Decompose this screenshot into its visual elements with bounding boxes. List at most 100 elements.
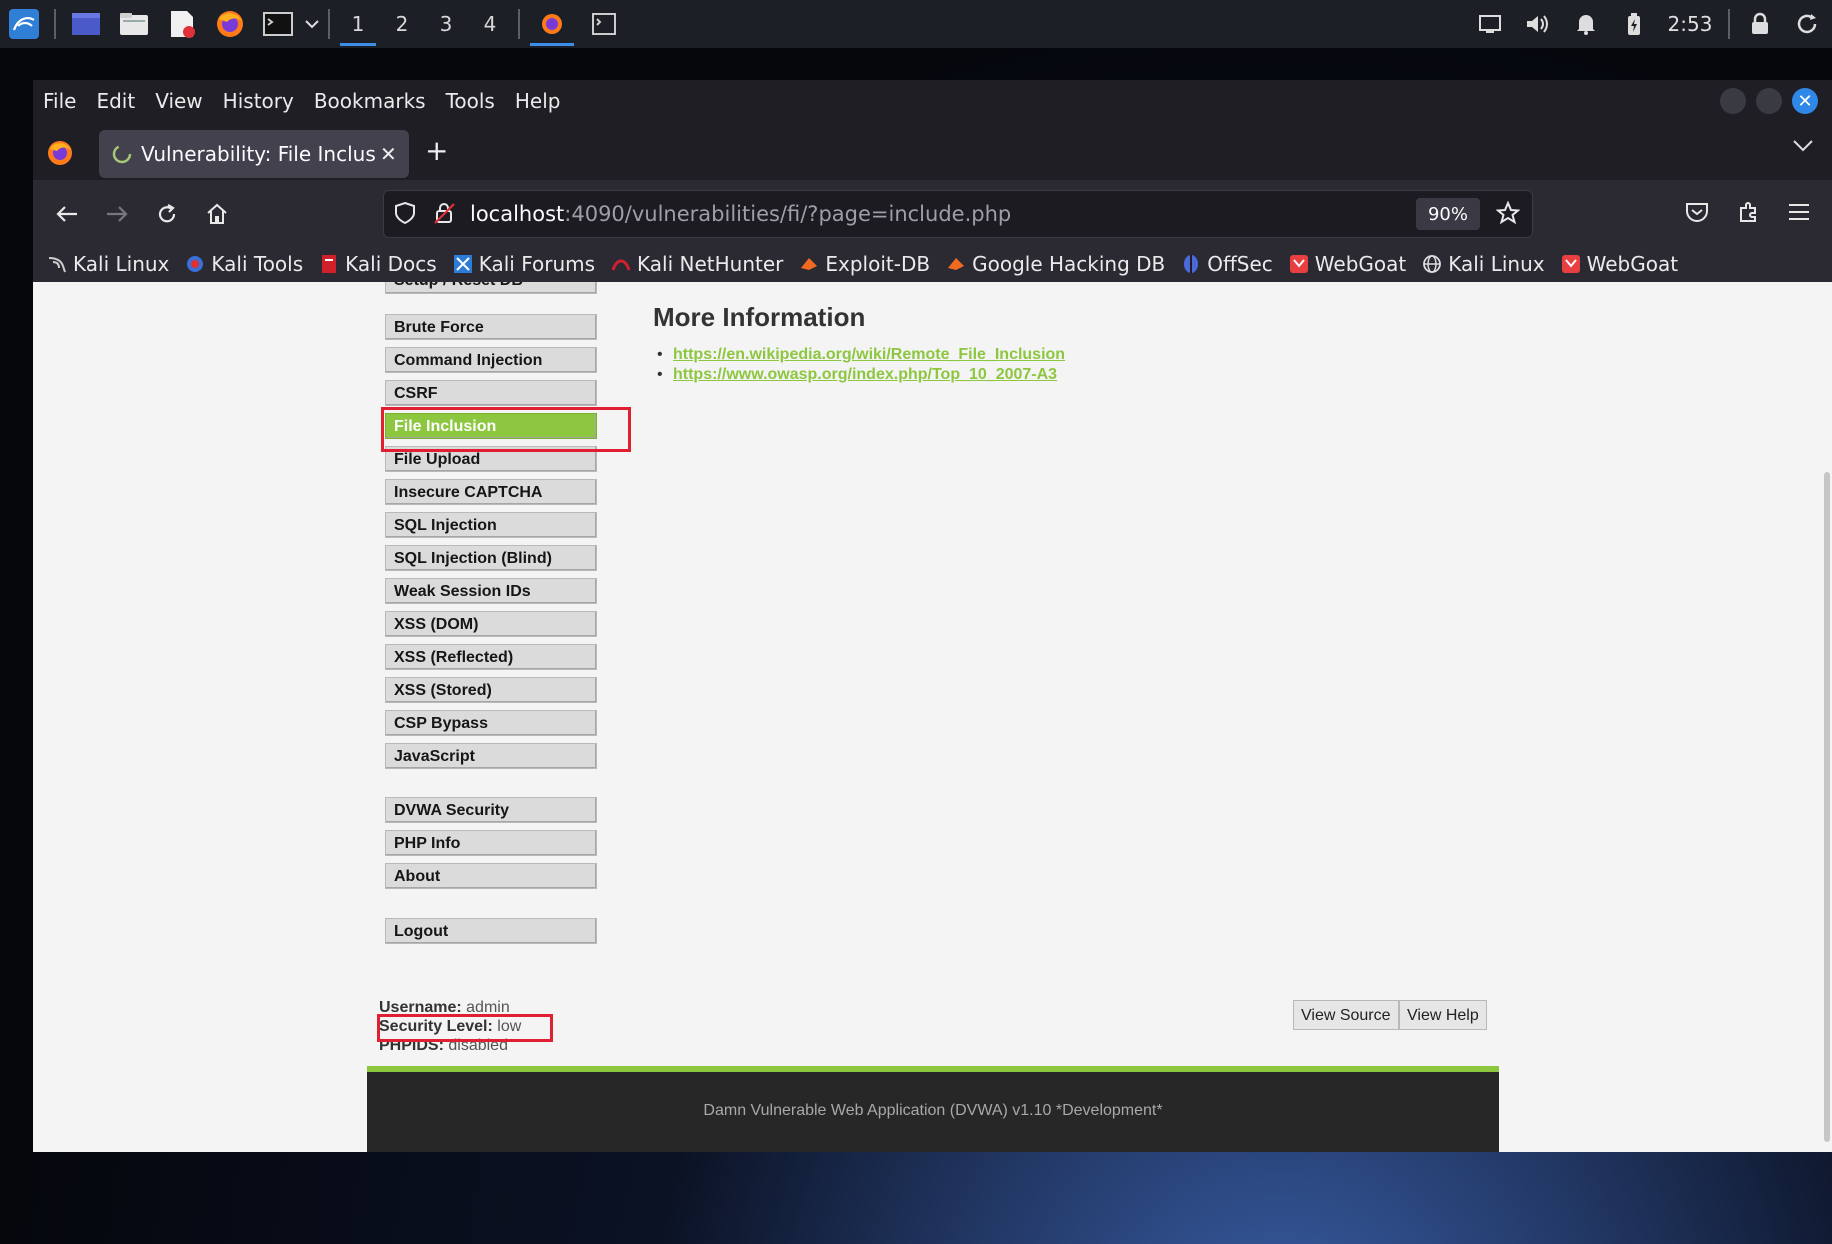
system-tray: 2:53: [1466, 0, 1832, 48]
volume-icon[interactable]: [1514, 0, 1562, 48]
workspace-3[interactable]: 3: [424, 0, 468, 48]
annotation-box-file-inclusion: [381, 407, 631, 452]
menu-file[interactable]: File: [43, 85, 86, 117]
menu-history[interactable]: History: [223, 85, 304, 117]
menu-help[interactable]: Help: [515, 85, 571, 117]
menu-xss-dom[interactable]: XSS (DOM): [385, 611, 597, 637]
menu-csrf[interactable]: CSRF: [385, 380, 597, 406]
menu-php-info[interactable]: PHP Info: [385, 830, 597, 856]
view-source-button[interactable]: View Source: [1293, 1000, 1399, 1030]
zoom-level-button[interactable]: 90%: [1415, 198, 1480, 230]
view-help-button[interactable]: View Help: [1399, 1000, 1487, 1030]
menu-insecure-captcha[interactable]: Insecure CAPTCHA: [385, 479, 597, 505]
bookmark-kali-docs[interactable]: Kali Docs: [319, 252, 437, 276]
taskbar-terminal-icon[interactable]: [578, 0, 630, 48]
menu-xss-reflected[interactable]: XSS (Reflected): [385, 644, 597, 670]
menu-edit[interactable]: Edit: [96, 85, 145, 117]
bookmark-label: WebGoat: [1586, 252, 1679, 276]
dvwa-container: Setup / Reset DB Brute Force Command Inj…: [367, 282, 1499, 1152]
menu-weak-session-ids[interactable]: Weak Session IDs: [385, 578, 597, 604]
hamburger-menu-icon[interactable]: [1779, 192, 1819, 232]
reload-icon[interactable]: [147, 194, 187, 234]
maximize-button[interactable]: [1756, 88, 1782, 114]
menu-csp-bypass[interactable]: CSP Bypass: [385, 710, 597, 736]
workspace-2[interactable]: 2: [380, 0, 424, 48]
menu-about[interactable]: About: [385, 863, 597, 889]
menu-command-injection[interactable]: Command Injection: [385, 347, 597, 373]
menu-bookmarks[interactable]: Bookmarks: [314, 85, 436, 117]
minimize-button[interactable]: [1720, 88, 1746, 114]
pocket-icon[interactable]: [1677, 192, 1717, 232]
firefox-view-icon[interactable]: [45, 138, 77, 170]
display-icon[interactable]: [1466, 0, 1514, 48]
bookmark-webgoat[interactable]: WebGoat: [1289, 252, 1406, 276]
firefox-launcher-icon[interactable]: [206, 0, 254, 48]
workspace-4[interactable]: 4: [468, 0, 512, 48]
menu-view[interactable]: View: [155, 85, 212, 117]
close-window-button[interactable]: ✕: [1792, 88, 1818, 114]
footer-text: Damn Vulnerable Web Application (DVWA) v…: [703, 1102, 1163, 1119]
tab-file-inclusion[interactable]: Vulnerability: File Inclusio ✕: [99, 130, 409, 178]
more-information-heading: More Information: [653, 302, 866, 332]
back-icon[interactable]: [47, 194, 87, 234]
url-text[interactable]: localhost:4090/vulnerabilities/fi/?page=…: [470, 202, 1011, 226]
bookmark-kali-linux-2[interactable]: Kali Linux: [1422, 252, 1545, 276]
panel-separator: [518, 9, 520, 39]
bookmarks-toolbar: Kali Linux Kali Tools Kali Docs Kali For…: [47, 244, 1694, 284]
text-editor-icon[interactable]: [158, 0, 206, 48]
annotation-box-security-level: [377, 1014, 553, 1042]
clock[interactable]: 2:53: [1658, 0, 1722, 48]
show-desktop-icon[interactable]: [62, 0, 110, 48]
notification-bell-icon[interactable]: [1562, 0, 1610, 48]
workspace-1[interactable]: 1: [336, 0, 380, 48]
menu-dvwa-security[interactable]: DVWA Security: [385, 797, 597, 823]
home-icon[interactable]: [197, 194, 237, 234]
taskbar-firefox-icon[interactable]: [526, 0, 578, 48]
exploit-db-icon: [801, 258, 818, 270]
terminal-icon[interactable]: [254, 0, 302, 48]
menu-bar: File Edit View History Bookmarks Tools H…: [33, 80, 1832, 122]
new-tab-icon[interactable]: +: [425, 134, 448, 167]
ghdb-icon: [948, 258, 965, 270]
battery-icon[interactable]: [1610, 0, 1658, 48]
url-bar[interactable]: localhost:4090/vulnerabilities/fi/?page=…: [383, 190, 1533, 238]
bookmark-offsec[interactable]: OffSec: [1181, 252, 1273, 276]
menu-sql-injection-blind[interactable]: SQL Injection (Blind): [385, 545, 597, 571]
forward-icon[interactable]: [97, 194, 137, 234]
system-panel: 1 2 3 4 2:53: [0, 0, 1832, 48]
lock-screen-icon[interactable]: [1736, 0, 1784, 48]
bookmark-kali-nethunter[interactable]: Kali NetHunter: [611, 252, 783, 276]
menu-setup-reset-db[interactable]: Setup / Reset DB: [385, 282, 597, 294]
bookmark-star-icon[interactable]: [1495, 200, 1521, 229]
menu-brute-force[interactable]: Brute Force: [385, 314, 597, 340]
menu-tools[interactable]: Tools: [446, 85, 505, 117]
menu-xss-stored[interactable]: XSS (Stored): [385, 677, 597, 703]
link-owasp-top10[interactable]: https://www.owasp.org/index.php/Top_10_2…: [673, 366, 1057, 383]
menu-sql-injection[interactable]: SQL Injection: [385, 512, 597, 538]
tab-title: Vulnerability: File Inclusio: [141, 142, 376, 166]
bookmark-google-hacking-db[interactable]: Google Hacking DB: [946, 252, 1165, 276]
tracking-protection-shield-icon[interactable]: [394, 201, 416, 229]
list-all-tabs-icon[interactable]: [1792, 138, 1816, 162]
file-manager-icon[interactable]: [110, 0, 158, 48]
bookmark-webgoat-2[interactable]: WebGoat: [1561, 252, 1678, 276]
tab-close-icon[interactable]: ✕: [380, 142, 397, 166]
menu-javascript[interactable]: JavaScript: [385, 743, 597, 769]
link-wikipedia-rfi[interactable]: https://en.wikipedia.org/wiki/Remote_Fil…: [673, 346, 1065, 363]
page-scrollbar[interactable]: [1824, 472, 1830, 1142]
kali-forums-icon: [453, 255, 472, 273]
bookmark-kali-tools[interactable]: Kali Tools: [185, 252, 303, 276]
bookmark-label: OffSec: [1207, 252, 1273, 276]
offsec-icon: [1184, 255, 1199, 273]
menu-logout[interactable]: Logout: [385, 918, 597, 944]
chevron-down-icon[interactable]: [302, 0, 322, 48]
kali-menu-icon[interactable]: [0, 0, 48, 48]
kali-docs-icon: [322, 255, 337, 273]
bookmark-kali-linux[interactable]: Kali Linux: [47, 252, 169, 276]
power-icon[interactable]: [1784, 0, 1832, 48]
insecure-lock-icon[interactable]: [434, 201, 456, 229]
extensions-icon[interactable]: [1729, 192, 1769, 232]
bookmark-kali-forums[interactable]: Kali Forums: [453, 252, 595, 276]
bookmark-exploit-db[interactable]: Exploit-DB: [799, 252, 930, 276]
url-host: localhost: [470, 202, 565, 226]
